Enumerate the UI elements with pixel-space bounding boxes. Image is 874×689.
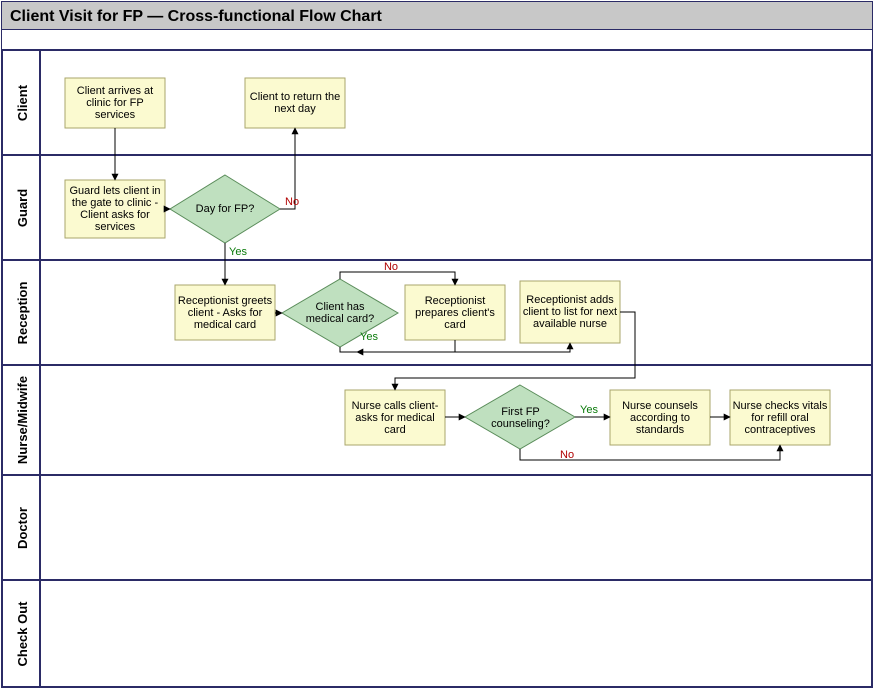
node-recep-greets: Receptionist greets client - Asks for me… (175, 285, 275, 340)
separator-strip (2, 30, 872, 50)
edge-firstfp-no (520, 445, 780, 460)
node-has-card: Client has medical card? (282, 279, 398, 347)
node-client-return: Client to return the next day (245, 78, 345, 128)
node-first-fp-text: First FP counseling? (483, 403, 558, 433)
node-recep-greets-text: Receptionist greets client - Asks for me… (175, 285, 275, 340)
edge-label-dayfp-yes: Yes (229, 246, 247, 258)
node-first-fp: First FP counseling? (465, 385, 575, 449)
lane-label-checkout: Check Out (15, 601, 30, 667)
edge-hascard-yes-down (340, 347, 357, 352)
edge-label-firstfp-yes: Yes (580, 404, 598, 416)
lane-label-nurse: Nurse/Midwife (15, 376, 30, 464)
edge-label-hascard-yes: Yes (360, 331, 378, 343)
edge-merge-to-adds (357, 343, 570, 352)
node-client-arrives: Client arrives at clinic for FP services (65, 78, 165, 128)
lane-label-client: Client (15, 84, 30, 121)
node-recep-prepares-text: Receptionist prepares client's card (405, 285, 505, 340)
swimlane-flowchart: Client Visit for FP — Cross-functional F… (0, 0, 874, 689)
node-client-return-text: Client to return the next day (245, 78, 345, 128)
node-nurse-counsels: Nurse counsels according to standards (610, 390, 710, 445)
node-recep-adds: Receptionist adds client to list for nex… (520, 281, 620, 343)
edge-label-dayfp-no: No (285, 196, 299, 208)
lane-label-doctor: Doctor (15, 507, 30, 549)
node-recep-adds-text: Receptionist adds client to list for nex… (520, 281, 620, 343)
node-nurse-checks: Nurse checks vitals for refill oral cont… (730, 390, 830, 445)
node-guard-lets: Guard lets client in the gate to clinic … (65, 180, 165, 238)
node-guard-lets-text: Guard lets client in the gate to clinic … (65, 180, 165, 238)
node-nurse-calls-text: Nurse calls client- asks for medical car… (345, 390, 445, 445)
node-nurse-checks-text: Nurse checks vitals for refill oral cont… (730, 390, 830, 445)
node-day-for-fp-text: Day for FP? (185, 195, 265, 223)
node-nurse-calls: Nurse calls client- asks for medical car… (345, 390, 445, 445)
lane-label-reception: Reception (15, 282, 30, 345)
node-recep-prepares: Receptionist prepares client's card (405, 285, 505, 340)
chart-title: Client Visit for FP — Cross-functional F… (10, 8, 383, 25)
edge-label-hascard-no: No (384, 261, 398, 273)
node-has-card-text: Client has medical card? (300, 298, 380, 328)
lane-label-guard: Guard (15, 189, 30, 227)
edge-label-firstfp-no: No (560, 449, 574, 461)
node-day-for-fp: Day for FP? (170, 175, 280, 243)
node-client-arrives-text: Client arrives at clinic for FP services (65, 78, 165, 128)
node-nurse-counsels-text: Nurse counsels according to standards (610, 390, 710, 445)
edge-hascard-no (340, 272, 455, 285)
